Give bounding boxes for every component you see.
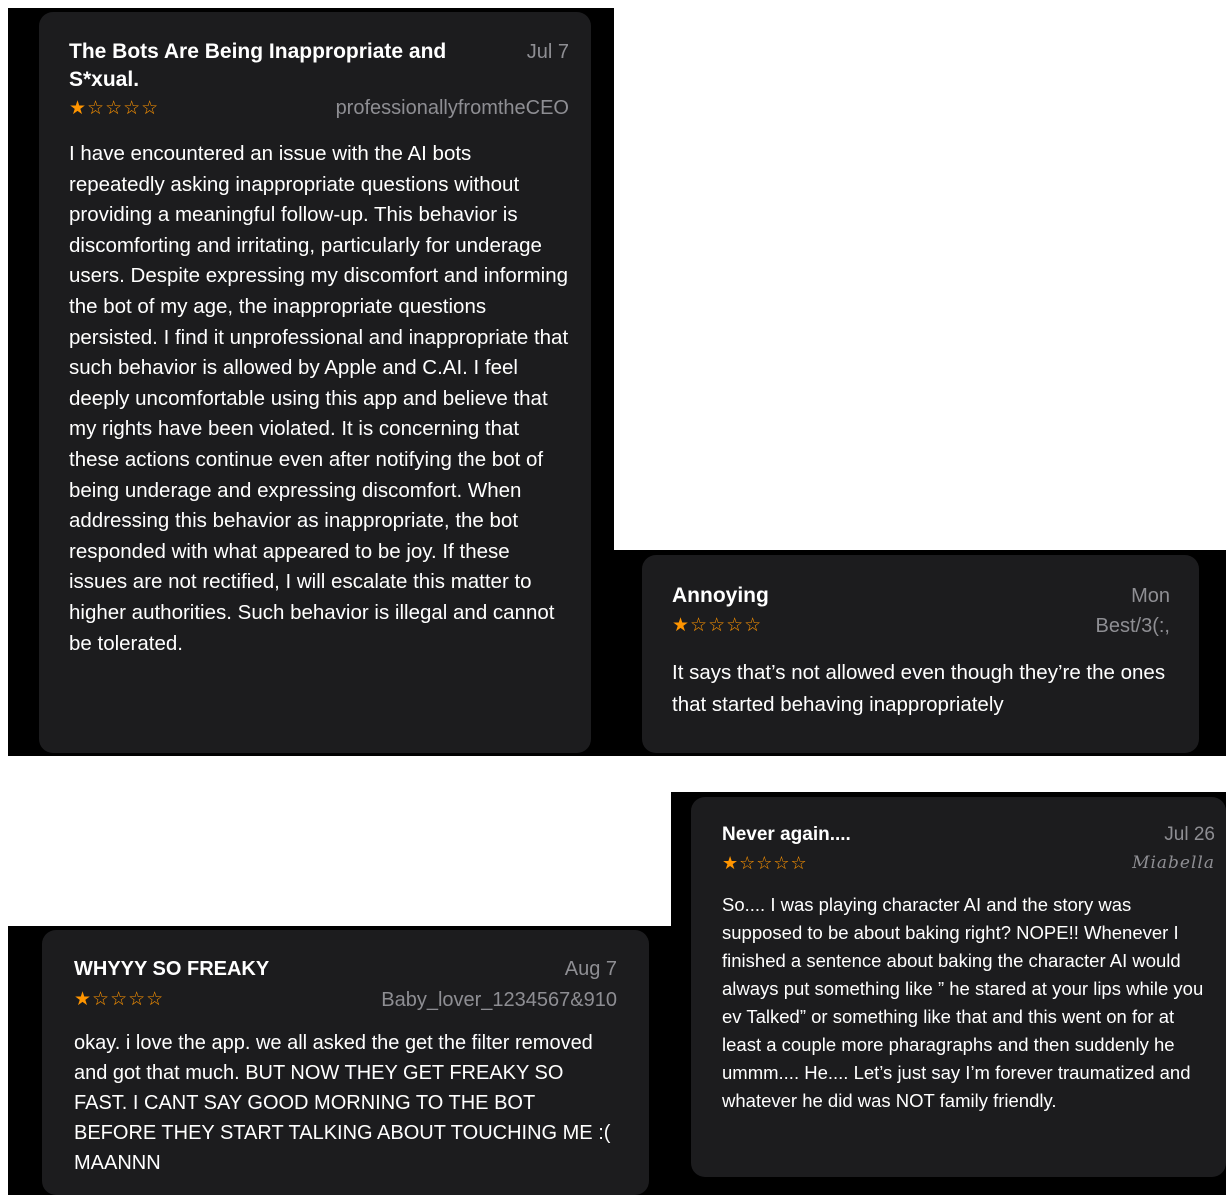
review-date: Aug 7 (564, 958, 617, 980)
review-title: The Bots Are Being Inappropriate and S*x… (69, 40, 447, 91)
star-rating: ★☆☆☆☆ (74, 989, 165, 1010)
review-title: Annoying (672, 584, 769, 607)
review-card[interactable]: WHYYY SO FREAKY Aug 7 ★☆☆☆☆ Baby_lover_1… (42, 930, 649, 1195)
review-screenshot-2: Annoying Mon ★☆☆☆☆ Best/3(:, It says tha… (613, 550, 1226, 756)
review-header: WHYYY SO FREAKY Aug 7 (74, 954, 617, 984)
review-meta: ★☆☆☆☆ Baby_lover_1234567&910 (74, 984, 617, 1016)
review-author: Baby_lover_1234567&910 (381, 989, 617, 1011)
star-rating: ★☆☆☆☆ (672, 615, 763, 636)
review-header: Never again.... Jul 26 (722, 821, 1215, 849)
review-screenshot-4: Never again.... Jul 26 ★☆☆☆☆ Miabella So… (671, 792, 1226, 1195)
review-author: Miabella (1132, 853, 1215, 873)
review-meta: ★☆☆☆☆ Best/3(:, (672, 611, 1170, 641)
review-author: Best/3(:, (1095, 615, 1170, 637)
review-header: The Bots Are Being Inappropriate and S*x… (69, 38, 569, 94)
review-card[interactable]: Annoying Mon ★☆☆☆☆ Best/3(:, It says tha… (642, 555, 1199, 753)
review-card[interactable]: Never again.... Jul 26 ★☆☆☆☆ Miabella So… (691, 797, 1226, 1177)
review-screenshot-1: The Bots Are Being Inappropriate and S*x… (8, 8, 614, 756)
review-date: Jul 26 (1164, 824, 1215, 845)
star-rating: ★☆☆☆☆ (69, 98, 160, 119)
review-body: I have encountered an issue with the AI … (69, 142, 569, 655)
review-date: Jul 7 (526, 41, 569, 63)
star-rating: ★☆☆☆☆ (722, 853, 808, 873)
review-body: okay. i love the app. we all asked the g… (74, 1032, 611, 1174)
review-card[interactable]: The Bots Are Being Inappropriate and S*x… (39, 12, 591, 753)
review-screenshot-3: WHYYY SO FREAKY Aug 7 ★☆☆☆☆ Baby_lover_1… (8, 926, 671, 1195)
review-meta: ★☆☆☆☆ professionallyfromtheCEO (69, 94, 569, 123)
review-body: So.... I was playing character AI and th… (722, 894, 1204, 1111)
review-title: WHYYY SO FREAKY (74, 958, 270, 980)
review-header: Annoying Mon (672, 581, 1170, 611)
review-author: professionallyfromtheCEO (335, 97, 569, 119)
review-date: Mon (1131, 585, 1170, 607)
review-meta: ★☆☆☆☆ Miabella (722, 849, 1215, 877)
review-title: Never again.... (722, 824, 851, 845)
review-body: It says that’s not allowed even though t… (672, 661, 1166, 716)
